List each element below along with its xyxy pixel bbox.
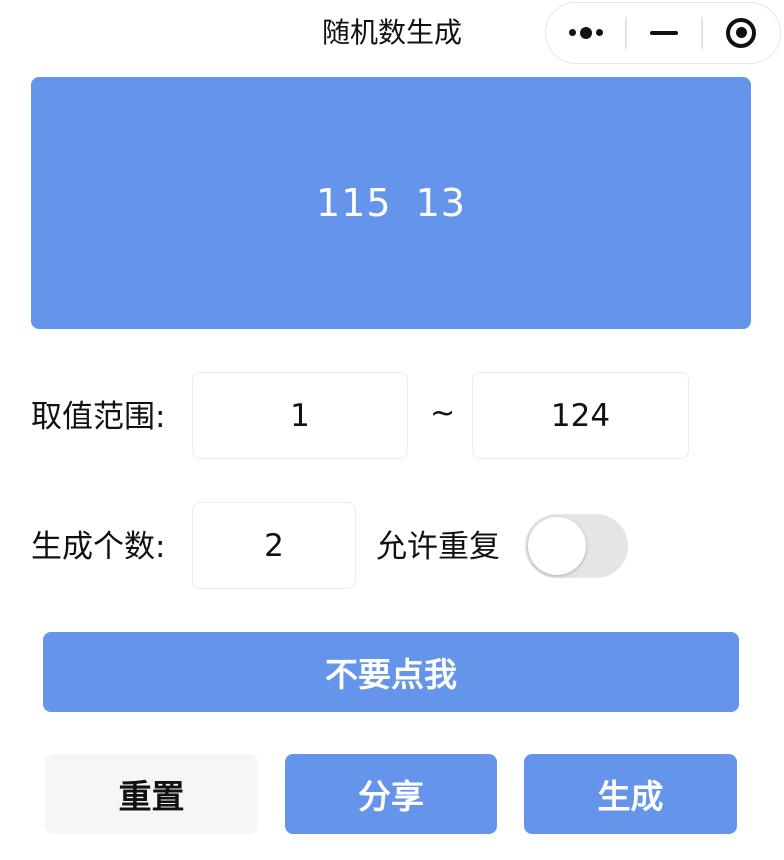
range-max-input[interactable]: 124 <box>472 372 689 459</box>
result-panel: 115 13 <box>31 77 751 329</box>
allow-repeat-toggle[interactable] <box>525 514 628 578</box>
range-min-input[interactable]: 1 <box>192 372 408 459</box>
reset-button[interactable]: 重置 <box>45 754 258 834</box>
close-button[interactable] <box>702 3 780 62</box>
menu-capsule <box>545 2 781 64</box>
target-circle-icon <box>726 17 756 48</box>
minus-icon <box>650 30 678 35</box>
result-number: 115 <box>316 181 392 225</box>
share-button[interactable]: 分享 <box>285 754 497 834</box>
result-number: 13 <box>415 181 466 225</box>
count-label: 生成个数: <box>31 529 166 565</box>
title-bar: 随机数生成 <box>0 0 784 66</box>
minimize-button[interactable] <box>626 3 702 62</box>
range-separator: ~ <box>430 396 456 431</box>
toggle-knob <box>528 517 586 575</box>
range-label: 取值范围: <box>31 399 166 435</box>
allow-repeat-label: 允许重复 <box>376 529 500 565</box>
page: 随机数生成 115 13 取值范围: 1 ~ 124 生成个数: 2 允许重复 … <box>0 0 784 860</box>
count-input[interactable]: 2 <box>192 502 356 589</box>
more-dots-icon <box>567 26 605 39</box>
dont-click-button[interactable]: 不要点我 <box>43 632 739 712</box>
more-button[interactable] <box>546 3 626 62</box>
generate-button[interactable]: 生成 <box>524 754 737 834</box>
